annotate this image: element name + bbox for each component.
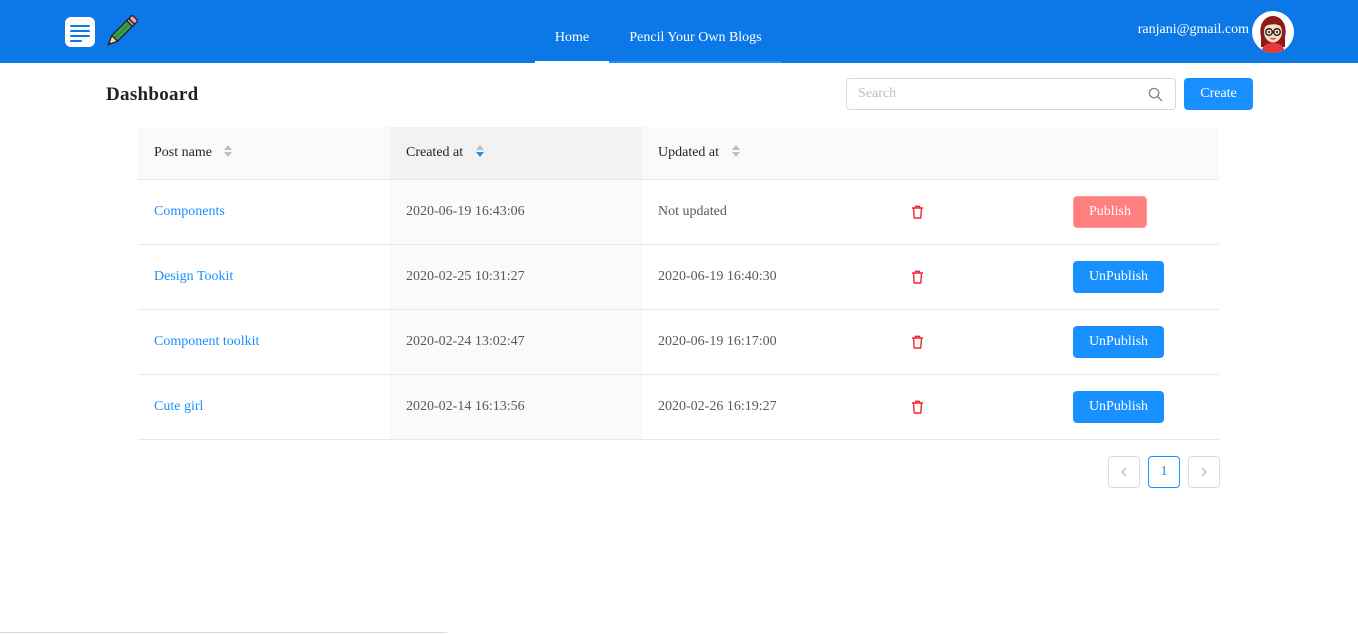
sort-icon[interactable]: [224, 144, 233, 158]
pagination-page-current[interactable]: 1: [1148, 456, 1180, 488]
sort-icon[interactable]: [731, 144, 741, 158]
pencil-icon: [107, 15, 138, 46]
pagination-next[interactable]: [1188, 456, 1220, 488]
post-name-link[interactable]: Component toolkit: [154, 310, 259, 374]
chevron-left-icon: [1121, 467, 1127, 477]
create-button[interactable]: Create: [1184, 78, 1253, 110]
posts-table: Post name Created at Updated at Componen…: [138, 127, 1219, 440]
user-email[interactable]: ranjani@gmail.com: [1138, 22, 1249, 38]
table-row: Components 2020-06-19 16:43:06 Not updat…: [138, 180, 1219, 245]
avatar[interactable]: [1252, 11, 1294, 53]
main-nav: Home Pencil Your Own Blogs: [535, 0, 782, 63]
updated-at-cell: Not updated: [658, 204, 727, 219]
table-header: Post name Created at Updated at: [138, 127, 1219, 180]
search-box: [846, 78, 1176, 110]
updated-at-cell: 2020-02-26 16:19:27: [658, 399, 777, 414]
column-header-post-name[interactable]: Post name: [154, 127, 233, 179]
unpublish-button[interactable]: UnPublish: [1073, 261, 1164, 293]
table-row: Cute girl 2020-02-14 16:13:56 2020-02-26…: [138, 375, 1219, 440]
table-row: Design Tookit 2020-02-25 10:31:27 2020-0…: [138, 245, 1219, 310]
nav-pencil-your-own-blogs[interactable]: Pencil Your Own Blogs: [609, 0, 782, 63]
created-at-cell: 2020-02-24 13:02:47: [406, 334, 525, 349]
column-header-label: Post name: [154, 145, 212, 160]
page-title: Dashboard: [106, 84, 199, 105]
search-input[interactable]: [847, 79, 1142, 109]
document-icon[interactable]: [65, 17, 95, 47]
divider: [0, 632, 447, 633]
column-header-created-at[interactable]: Created at: [390, 127, 642, 179]
trash-icon[interactable]: [911, 205, 924, 219]
nav-home[interactable]: Home: [535, 0, 609, 63]
chevron-right-icon: [1201, 467, 1207, 477]
publish-button[interactable]: Publish: [1073, 196, 1147, 228]
created-at-cell: 2020-02-25 10:31:27: [406, 269, 525, 284]
unpublish-button[interactable]: UnPublish: [1073, 391, 1164, 423]
top-navbar: Home Pencil Your Own Blogs ranjani@gmail…: [0, 0, 1358, 63]
table-row: Component toolkit 2020-02-24 13:02:47 20…: [138, 310, 1219, 375]
trash-icon[interactable]: [911, 270, 924, 284]
created-at-cell: 2020-06-19 16:43:06: [406, 204, 525, 219]
updated-at-cell: 2020-06-19 16:40:30: [658, 269, 777, 284]
unpublish-button[interactable]: UnPublish: [1073, 326, 1164, 358]
post-name-link[interactable]: Components: [154, 180, 225, 244]
post-name-link[interactable]: Cute girl: [154, 375, 203, 439]
created-at-cell: 2020-02-14 16:13:56: [406, 399, 525, 414]
column-header-label: Updated at: [658, 145, 720, 160]
column-header-updated-at[interactable]: Updated at: [658, 127, 741, 179]
column-header-label: Created at: [406, 145, 464, 160]
search-icon[interactable]: [1148, 87, 1163, 102]
updated-at-cell: 2020-06-19 16:17:00: [658, 334, 777, 349]
pagination-prev[interactable]: [1108, 456, 1140, 488]
trash-icon[interactable]: [911, 400, 924, 414]
sort-icon[interactable]: [475, 144, 485, 158]
trash-icon[interactable]: [911, 335, 924, 349]
post-name-link[interactable]: Design Tookit: [154, 245, 233, 309]
